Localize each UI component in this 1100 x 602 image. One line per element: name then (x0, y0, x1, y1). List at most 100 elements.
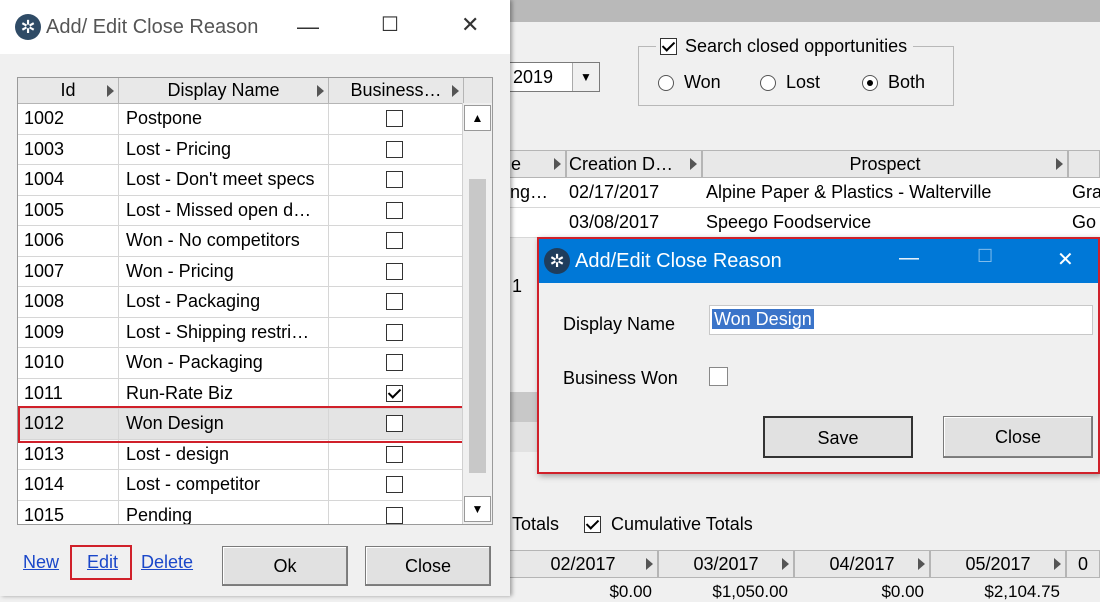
table-row[interactable]: 1006 Won - No competitors (18, 226, 463, 257)
table-row[interactable]: 1004 Lost - Don't meet specs (18, 165, 463, 196)
month-header[interactable]: 02/2017 (508, 550, 658, 578)
radio-lost[interactable]: Lost (760, 72, 820, 93)
search-closed-check[interactable] (660, 38, 677, 55)
radio-both-label: Both (888, 72, 926, 92)
row-business-won-checkbox[interactable] (386, 201, 403, 219)
column-separator (328, 317, 329, 347)
row-display-name: Lost - design (126, 443, 230, 464)
list-close-button[interactable]: Close (365, 546, 491, 586)
row-id: 1005 (24, 199, 65, 220)
business-won-label: Business Won (563, 368, 678, 388)
row-business-won-checkbox[interactable] (386, 506, 403, 524)
table-row[interactable]: 1011 Run-Rate Biz (18, 378, 463, 409)
list-dialog-titlebar[interactable]: ✲ Add/ Edit Close Reason — ☐ ✕ (0, 0, 510, 54)
column-header-business-won[interactable]: Business… (329, 78, 464, 104)
new-link[interactable]: New (23, 552, 59, 573)
close-icon[interactable]: ✕ (461, 12, 479, 38)
column-separator (328, 500, 329, 524)
sort-arrow-icon (782, 558, 789, 570)
row-display-name: Lost - Pricing (126, 138, 232, 159)
sort-arrow-icon (107, 85, 114, 97)
radio-lost-circle[interactable] (760, 74, 776, 91)
table-row[interactable]: ng… 02/17/2017 Alpine Paper & Plastics -… (508, 178, 1100, 208)
row-id: 1004 (24, 169, 65, 189)
totals-label: Totals (512, 514, 560, 534)
month-header[interactable]: 05/2017 (930, 550, 1066, 578)
table-row[interactable]: 1015 Pending (18, 500, 463, 524)
table-row[interactable]: 1010 Won - Packaging (18, 348, 463, 379)
scroll-up-icon[interactable]: ▲ (464, 105, 491, 131)
business-won-checkbox[interactable] (709, 367, 728, 386)
row-business-won-checkbox[interactable] (386, 354, 403, 371)
column-separator (328, 134, 329, 164)
date-combo-value: 2019 (513, 67, 554, 87)
display-name-input[interactable]: Won Design (709, 305, 1093, 335)
row-business-won-checkbox[interactable] (386, 110, 403, 127)
radio-won[interactable]: Won (658, 72, 721, 93)
month-header[interactable]: 0 (1066, 550, 1100, 578)
row-business-won-checkbox[interactable] (386, 171, 403, 188)
sort-arrow-icon (1054, 558, 1061, 570)
table-row[interactable]: 1008 Lost - Packaging (18, 287, 463, 318)
radio-both[interactable]: Both (862, 72, 925, 93)
column-separator (328, 439, 329, 469)
sort-arrow-icon (554, 158, 561, 170)
row-business-won-checkbox[interactable] (386, 293, 403, 310)
scroll-thumb[interactable] (469, 179, 486, 473)
search-closed-checkbox[interactable]: Search closed opportunities (656, 36, 914, 57)
row-display-name: Won - Pricing (126, 260, 234, 281)
row-business-won-checkbox[interactable] (386, 140, 403, 158)
table-row[interactable]: 1002 Postpone (18, 104, 463, 135)
bg-grid-header-creation[interactable]: Creation D… (566, 150, 702, 178)
edit-link-highlight (70, 545, 132, 580)
grid-vertical-scrollbar[interactable]: ▲ ▼ (462, 103, 492, 524)
column-separator (118, 500, 119, 524)
row-id: 1008 (24, 291, 65, 311)
bg-grid-header-status[interactable]: e (508, 150, 566, 178)
row-business-won-checkbox[interactable] (386, 384, 403, 402)
table-row[interactable]: 1003 Lost - Pricing (18, 134, 463, 165)
table-row[interactable]: 1013 Lost - design (18, 439, 463, 470)
table-row[interactable]: 1005 Lost - Missed open d… (18, 195, 463, 226)
scroll-down-icon[interactable]: ▼ (464, 496, 491, 522)
radio-both-circle[interactable] (862, 74, 878, 91)
totals-option[interactable]: Totals (512, 514, 559, 535)
row-id: 1002 (24, 108, 65, 128)
minimize-icon[interactable]: — (297, 14, 319, 40)
row-business-won-checkbox[interactable] (386, 445, 403, 463)
table-row[interactable]: 03/08/2017 Speego Foodservice Go (508, 208, 1100, 238)
edit-dialog-titlebar[interactable]: ✲ Add/Edit Close Reason — ☐ ✕ (539, 239, 1098, 283)
table-row[interactable]: 1014 Lost - competitor (18, 470, 463, 501)
ok-button[interactable]: Ok (222, 546, 348, 586)
table-row[interactable]: 1007 Won - Pricing (18, 256, 463, 287)
date-combo[interactable]: 2019 ▼ (508, 62, 600, 92)
bg-grid-header-extra[interactable] (1068, 150, 1100, 178)
maximize-icon[interactable]: ☐ (381, 12, 399, 37)
column-separator (328, 226, 329, 256)
row-business-won-checkbox[interactable] (386, 232, 403, 249)
cumulative-check[interactable] (584, 516, 601, 533)
column-separator (118, 470, 119, 500)
edit-dialog-title: Add/Edit Close Reason (575, 250, 782, 272)
save-button[interactable]: Save (763, 416, 913, 458)
column-header-id[interactable]: Id (18, 78, 119, 104)
column-header-display-name[interactable]: Display Name (119, 78, 329, 104)
close-icon[interactable]: ✕ (1057, 247, 1074, 272)
row-business-won-checkbox[interactable] (386, 476, 403, 493)
row-business-won-checkbox[interactable] (386, 262, 403, 280)
bg-grid-header-prospect[interactable]: Prospect (702, 150, 1068, 178)
close-reason-grid[interactable]: Id Display Name Business… 1002 Postpone 10… (17, 77, 493, 525)
delete-link[interactable]: Delete (141, 552, 193, 573)
table-row[interactable]: 1009 Lost - Shipping restri… (18, 317, 463, 348)
edit-close-button[interactable]: Close (943, 416, 1093, 458)
cumulative-totals-checkbox[interactable]: Cumulative Totals (584, 514, 753, 535)
row-id: 1014 (24, 474, 65, 494)
minimize-icon[interactable]: — (899, 247, 919, 270)
row-id: 1013 (24, 443, 65, 464)
radio-won-circle[interactable] (658, 74, 674, 91)
column-separator (118, 287, 119, 317)
row-business-won-checkbox[interactable] (386, 323, 403, 341)
month-header[interactable]: 04/2017 (794, 550, 930, 578)
chevron-down-icon[interactable]: ▼ (572, 63, 599, 91)
month-header[interactable]: 03/2017 (658, 550, 794, 578)
